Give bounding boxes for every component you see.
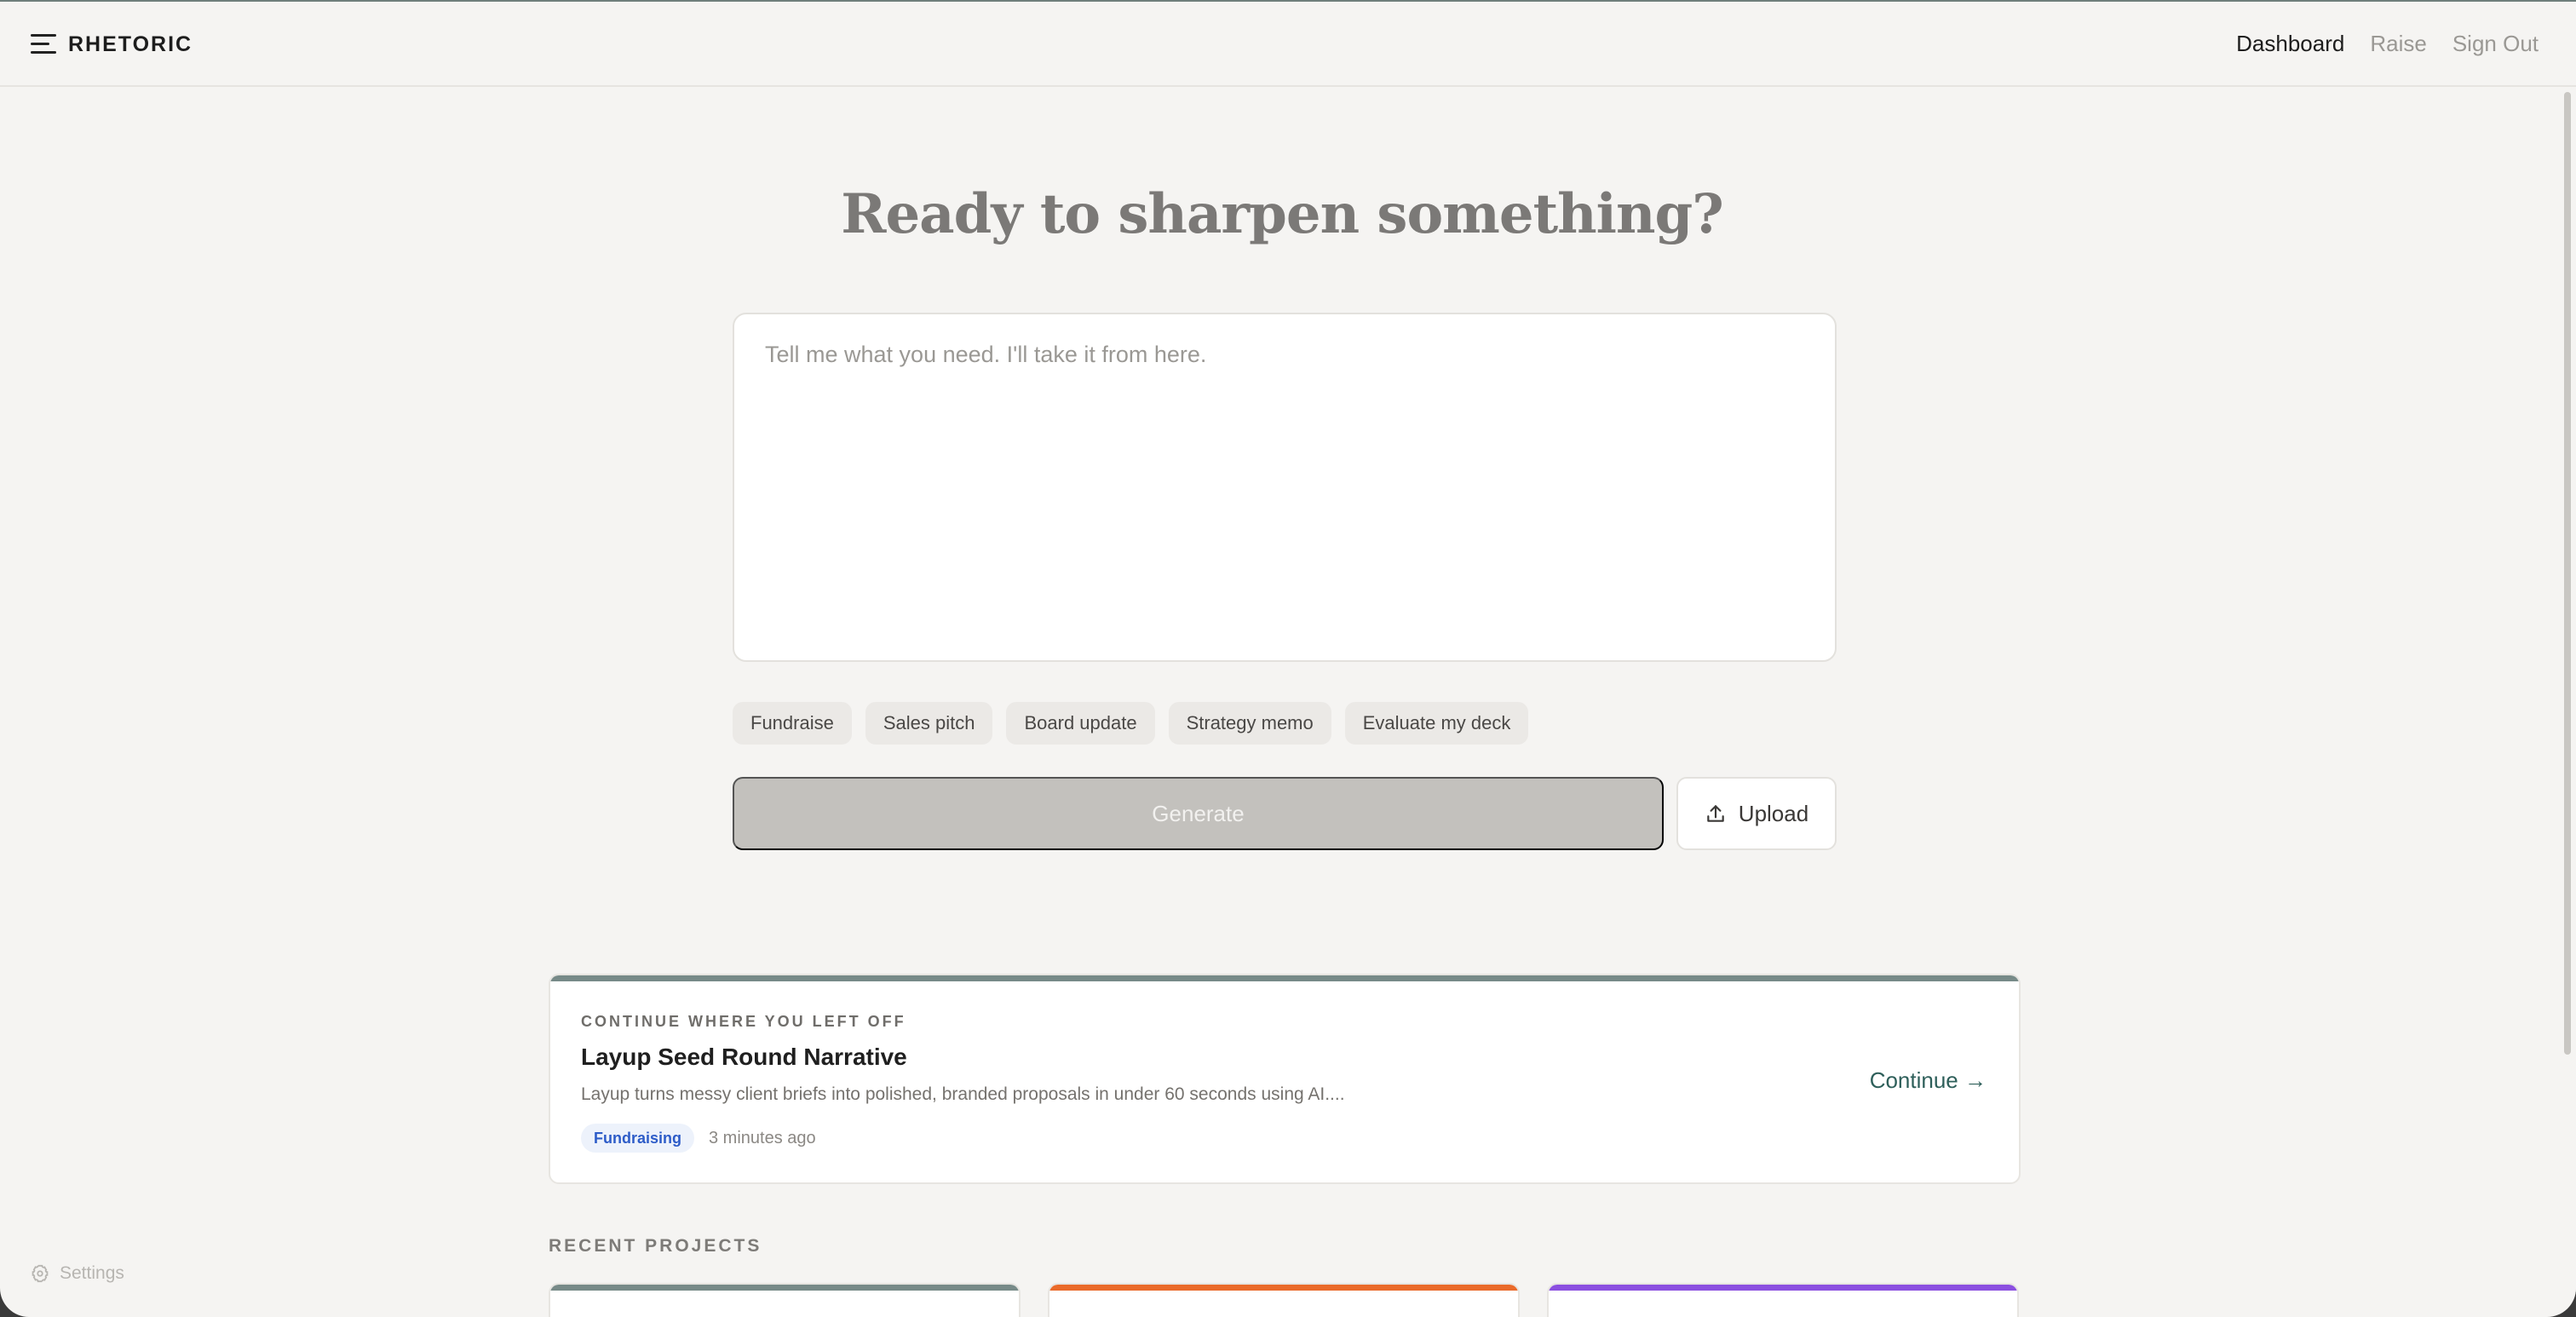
project-title: Layup Seed Round Narrative (581, 1044, 907, 1070)
upload-button[interactable]: Upload (1676, 777, 1837, 850)
generate-button[interactable]: Generate (733, 777, 1664, 850)
prompt-suggestion-chips: Fundraise Sales pitch Board update Strat… (733, 702, 1529, 745)
nav-dashboard[interactable]: Dashboard (2236, 31, 2344, 57)
prompt-input[interactable] (733, 313, 1837, 662)
chip-fundraise[interactable]: Fundraise (733, 702, 852, 745)
settings-label: Settings (60, 1263, 124, 1283)
scrollbar-thumb[interactable] (2564, 92, 2571, 1055)
continue-eyebrow: CONTINUE WHERE YOU LEFT OFF (581, 1013, 906, 1030)
recent-project-card-2[interactable] (1048, 1283, 1520, 1317)
card-accent-bar (1549, 1285, 2017, 1291)
top-navbar: RHETORIC Dashboard Raise Sign Out (0, 2, 2576, 87)
menu-icon[interactable] (31, 32, 58, 55)
upload-label: Upload (1738, 800, 1809, 826)
top-nav: Dashboard Raise Sign Out (2236, 31, 2539, 57)
card-accent-bar (1049, 1285, 1518, 1291)
nav-sign-out[interactable]: Sign Out (2452, 31, 2539, 57)
continue-card[interactable]: CONTINUE WHERE YOU LEFT OFF Layup Seed R… (549, 974, 2021, 1184)
page-headline: Ready to sharpen something? (841, 182, 1724, 246)
nav-raise[interactable]: Raise (2370, 31, 2426, 57)
continue-link[interactable]: Continue → (1870, 1067, 1987, 1094)
project-timestamp: 3 minutes ago (709, 1129, 816, 1147)
scrollbar[interactable] (2559, 87, 2576, 1317)
chip-board-update[interactable]: Board update (1006, 702, 1155, 745)
recent-project-card-3[interactable] (1547, 1283, 2019, 1317)
chip-evaluate-deck[interactable]: Evaluate my deck (1344, 702, 1529, 745)
upload-icon (1707, 805, 1724, 822)
chip-strategy-memo[interactable]: Strategy memo (1168, 702, 1331, 745)
app-window: RHETORIC Dashboard Raise Sign Out Ready … (0, 0, 2576, 1317)
card-accent-bar (550, 975, 2019, 981)
brand-logo[interactable]: RHETORIC (68, 32, 193, 57)
chip-sales-pitch[interactable]: Sales pitch (865, 702, 993, 745)
project-description: Layup turns messy client briefs into pol… (581, 1084, 1345, 1104)
gear-icon (32, 1264, 49, 1283)
card-accent-bar (550, 1285, 1019, 1291)
settings-link[interactable]: Settings (31, 1263, 124, 1284)
recent-projects-heading: RECENT PROJECTS (549, 1236, 762, 1256)
recent-project-card-1[interactable] (549, 1283, 1021, 1317)
project-tag: Fundraising (581, 1124, 694, 1153)
